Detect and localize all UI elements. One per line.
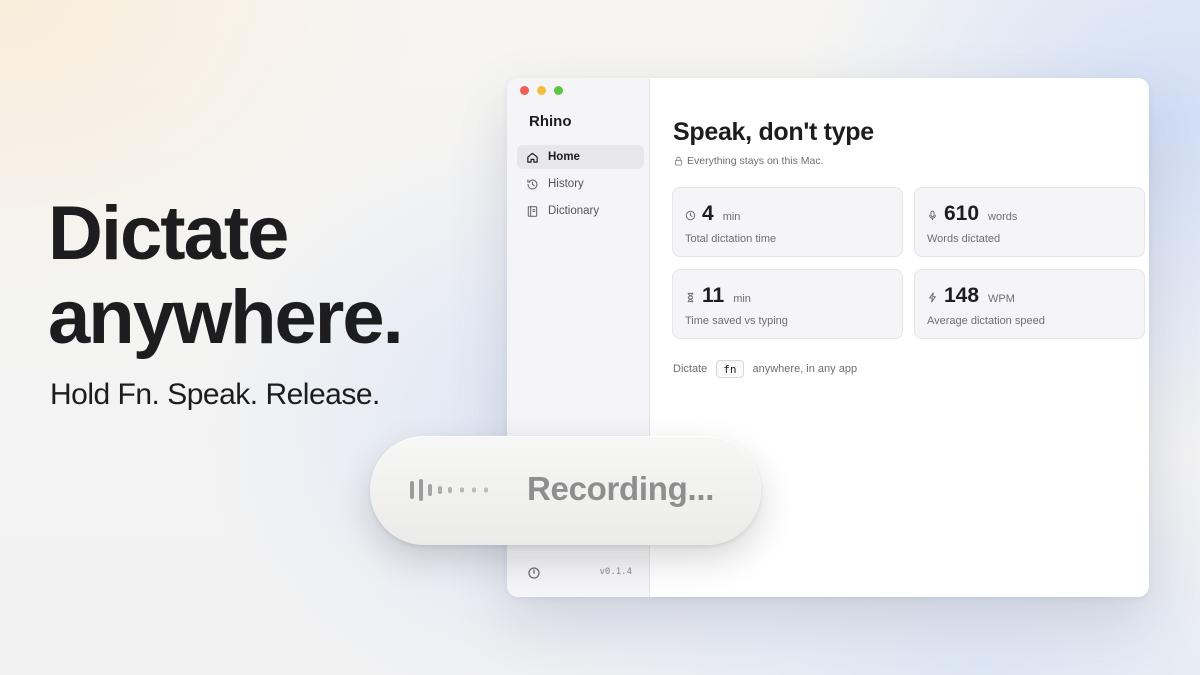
sidebar-item-home[interactable]: Home xyxy=(517,145,644,169)
stat-card-time-saved: 11 min Time saved vs typing xyxy=(672,269,903,339)
sidebar-nav: Home History Dictionary xyxy=(517,145,644,226)
sidebar-item-label: Dictionary xyxy=(548,205,600,217)
stat-card-dictation-time: 4 min Total dictation time xyxy=(672,187,903,257)
hourglass-icon xyxy=(687,292,694,303)
stat-value: 148 xyxy=(944,284,980,307)
privacy-note: Everything stays on this Mac. xyxy=(674,155,824,167)
hint-text-after: anywhere, in any app xyxy=(752,363,858,375)
home-icon xyxy=(526,151,539,164)
shortcut-hint: Dictate fn anywhere, in any app xyxy=(673,360,857,378)
sidebar-item-label: History xyxy=(548,178,584,190)
stat-value: 11 xyxy=(702,284,725,307)
recording-label: Recording... xyxy=(527,470,715,507)
hero-subtitle: Hold Fn. Speak. Release. xyxy=(50,378,380,411)
stat-label: Average dictation speed xyxy=(927,315,1045,327)
stat-label: Words dictated xyxy=(927,233,1001,245)
stat-value: 4 xyxy=(702,202,714,225)
fn-key-badge: fn xyxy=(716,360,744,378)
app-name: Rhino xyxy=(529,113,572,130)
stat-unit: WPM xyxy=(988,293,1015,305)
hint-text-before: Dictate xyxy=(673,363,708,375)
stat-label: Time saved vs typing xyxy=(685,315,788,327)
microphone-icon xyxy=(929,210,936,221)
recording-indicator: Recording... xyxy=(370,436,761,545)
sidebar-item-history[interactable]: History xyxy=(517,172,644,196)
power-icon[interactable] xyxy=(527,566,541,580)
bolt-icon xyxy=(929,292,936,303)
close-button[interactable] xyxy=(520,86,529,95)
clock-icon xyxy=(685,210,696,221)
history-icon xyxy=(526,178,539,191)
hero-title: Dictate anywhere. xyxy=(48,191,404,360)
waveform-icon xyxy=(410,479,488,501)
zoom-button[interactable] xyxy=(554,86,563,95)
minimize-button[interactable] xyxy=(537,86,546,95)
hero-title-line-2: anywhere. xyxy=(48,275,404,360)
page-title: Speak, don't type xyxy=(673,118,874,146)
sidebar-item-dictionary[interactable]: Dictionary xyxy=(517,199,644,223)
stat-unit: words xyxy=(988,211,1018,223)
version-label: v0.1.4 xyxy=(599,567,632,577)
hero-title-line-1: Dictate xyxy=(48,191,289,276)
stat-card-words: 610 words Words dictated xyxy=(914,187,1145,257)
stat-value: 610 xyxy=(944,202,980,225)
window-controls xyxy=(520,86,563,95)
book-icon xyxy=(526,205,539,218)
stat-unit: min xyxy=(722,211,741,223)
privacy-note-text: Everything stays on this Mac. xyxy=(687,155,824,167)
sidebar-item-label: Home xyxy=(548,151,580,163)
stat-card-speed: 148 WPM Average dictation speed xyxy=(914,269,1145,339)
stat-unit: min xyxy=(733,293,751,305)
lock-icon xyxy=(674,156,683,166)
stat-label: Total dictation time xyxy=(685,233,777,245)
